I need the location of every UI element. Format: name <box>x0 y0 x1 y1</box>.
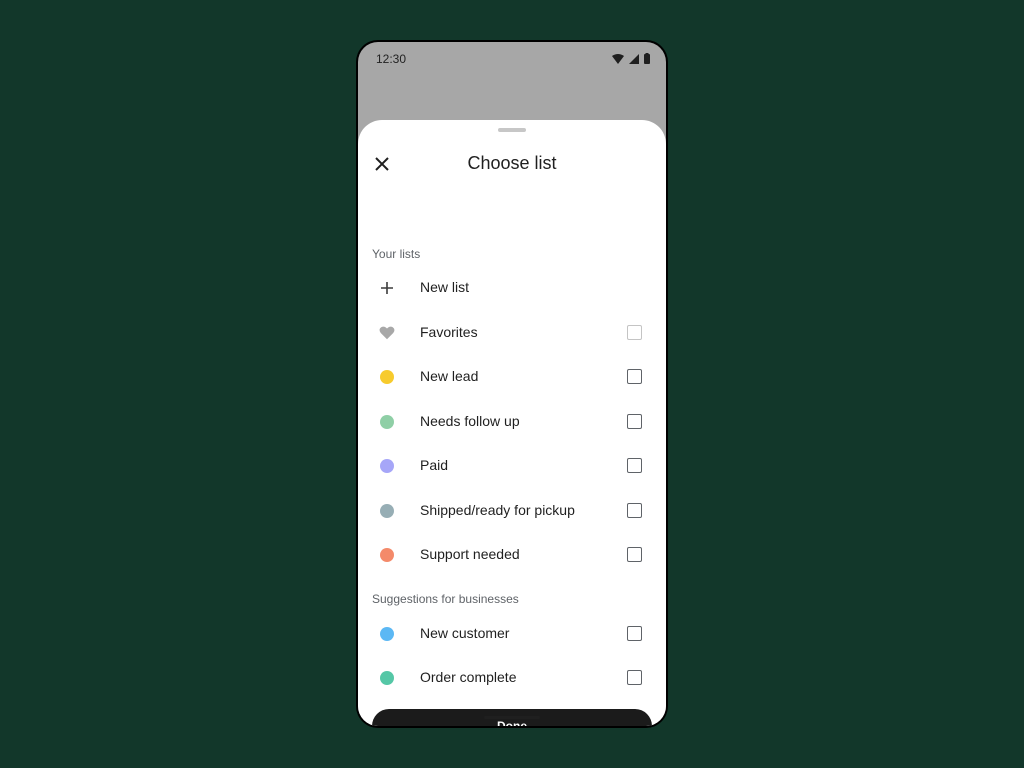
list-label: Shipped/ready for pickup <box>420 502 575 518</box>
color-dot <box>380 370 394 384</box>
status-icons <box>612 53 650 64</box>
list-label: Order complete <box>420 669 517 685</box>
add-icon <box>379 280 395 296</box>
list-label: New lead <box>420 368 479 384</box>
new-list-row[interactable]: New list <box>358 266 666 310</box>
shipped-checkbox[interactable] <box>627 503 642 518</box>
color-dot-wrapper <box>379 458 395 474</box>
suggestion-item-order-complete[interactable]: Order complete <box>358 656 666 700</box>
phone-frame: 12:30 1 Choose list <box>358 42 666 726</box>
list-label: Paid <box>420 457 449 473</box>
sheet-title: Choose list <box>467 153 557 173</box>
color-dot <box>380 548 394 562</box>
color-dot-wrapper <box>379 670 395 686</box>
support-needed-checkbox[interactable] <box>627 547 642 562</box>
color-dot <box>380 671 394 685</box>
gesture-nav-bar[interactable] <box>484 716 540 719</box>
new-customer-checkbox[interactable] <box>627 626 642 641</box>
order-complete-checkbox[interactable] <box>627 670 642 685</box>
list-item-support-needed[interactable]: Support needed <box>358 533 666 577</box>
color-dot <box>380 415 394 429</box>
color-dot <box>380 459 394 473</box>
suggestion-item-new-customer[interactable]: New customer <box>358 612 666 656</box>
battery-icon <box>644 53 650 64</box>
status-time: 12:30 <box>376 52 407 66</box>
list-item-new-lead[interactable]: New lead <box>358 355 666 399</box>
list-item-needs-follow-up[interactable]: Needs follow up <box>358 400 666 444</box>
paid-checkbox[interactable] <box>627 458 642 473</box>
favorites-checkbox[interactable] <box>627 325 642 340</box>
needs-follow-up-checkbox[interactable] <box>627 414 642 429</box>
list-item-favorites[interactable]: Favorites <box>358 311 666 355</box>
list-label: Support needed <box>420 546 520 562</box>
color-dot-wrapper <box>379 369 395 385</box>
color-dot-wrapper <box>379 414 395 430</box>
drag-handle[interactable] <box>498 128 526 132</box>
status-bar: 12:30 <box>358 42 666 78</box>
suggestions-heading: Suggestions for businesses <box>372 592 519 606</box>
list-label: Needs follow up <box>420 413 520 429</box>
your-lists-heading: Your lists <box>372 247 421 261</box>
list-label: Favorites <box>420 324 478 340</box>
choose-list-sheet: Choose list Your lists New list Favorite… <box>358 120 666 726</box>
color-dot <box>380 504 394 518</box>
new-lead-checkbox[interactable] <box>627 369 642 384</box>
list-item-shipped[interactable]: Shipped/ready for pickup <box>358 489 666 533</box>
signal-icon <box>629 53 639 64</box>
wifi-icon <box>612 53 624 64</box>
list-label: New customer <box>420 625 510 641</box>
color-dot-wrapper <box>379 547 395 563</box>
color-dot-wrapper <box>379 503 395 519</box>
color-dot <box>380 627 394 641</box>
new-list-label: New list <box>420 279 470 295</box>
heart-icon <box>379 325 395 341</box>
color-dot-wrapper <box>379 626 395 642</box>
list-item-paid[interactable]: Paid <box>358 444 666 488</box>
